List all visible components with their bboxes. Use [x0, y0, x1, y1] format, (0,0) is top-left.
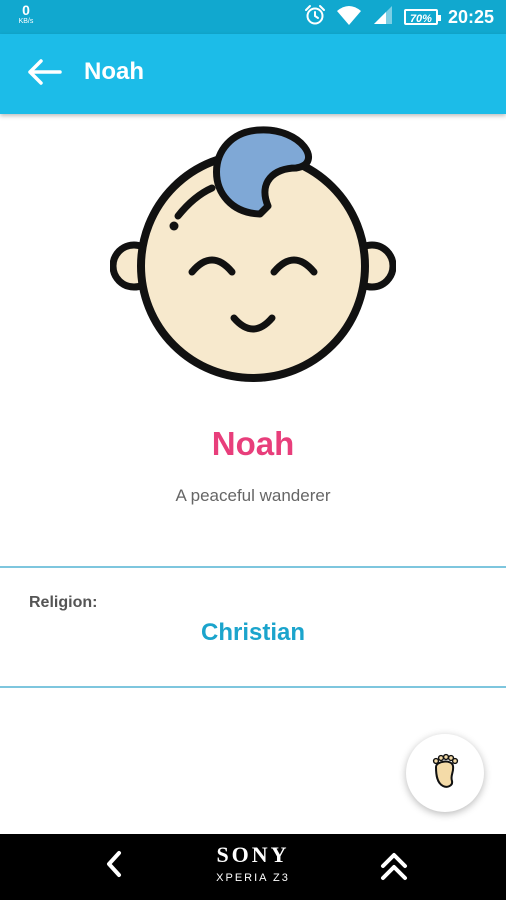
religion-label: Religion: [29, 594, 98, 611]
network-speed-unit: KB/s [18, 18, 34, 25]
religion-value: Christian [200, 619, 305, 646]
back-arrow-icon [26, 58, 62, 91]
status-bar: 0 KB/s 70% 20:25 [0, 0, 506, 34]
status-icons: 70% 20:25 [304, 0, 494, 34]
back-button[interactable] [20, 52, 68, 96]
wifi-icon [336, 4, 362, 31]
network-speed-value: 0 [22, 2, 30, 18]
baby-face-icon [109, 124, 397, 388]
page-title: Noah [84, 58, 144, 85]
device-brand: SONY XPERIA Z3 [0, 842, 506, 885]
profile-name: Noah [211, 425, 295, 462]
brand-name: SONY [216, 842, 290, 867]
status-time: 20:25 [447, 6, 494, 27]
battery-icon: 70% [403, 9, 441, 25]
divider-bottom [0, 686, 506, 688]
app-bar: Noah [0, 34, 506, 114]
name-meaning: A peaceful wanderer [175, 486, 331, 505]
brand-model: XPERIA Z3 [216, 872, 290, 884]
system-nav-bar: SONY XPERIA Z3 [0, 834, 506, 900]
baby-foot-button[interactable] [406, 734, 484, 812]
nav-up-icon [378, 850, 410, 887]
signal-icon [372, 4, 394, 31]
divider-top [0, 566, 506, 568]
baby-foot-icon [428, 753, 462, 794]
network-speed: 0 KB/s [12, 3, 40, 25]
alarm-icon [304, 4, 326, 31]
nav-up-button[interactable] [372, 848, 416, 888]
